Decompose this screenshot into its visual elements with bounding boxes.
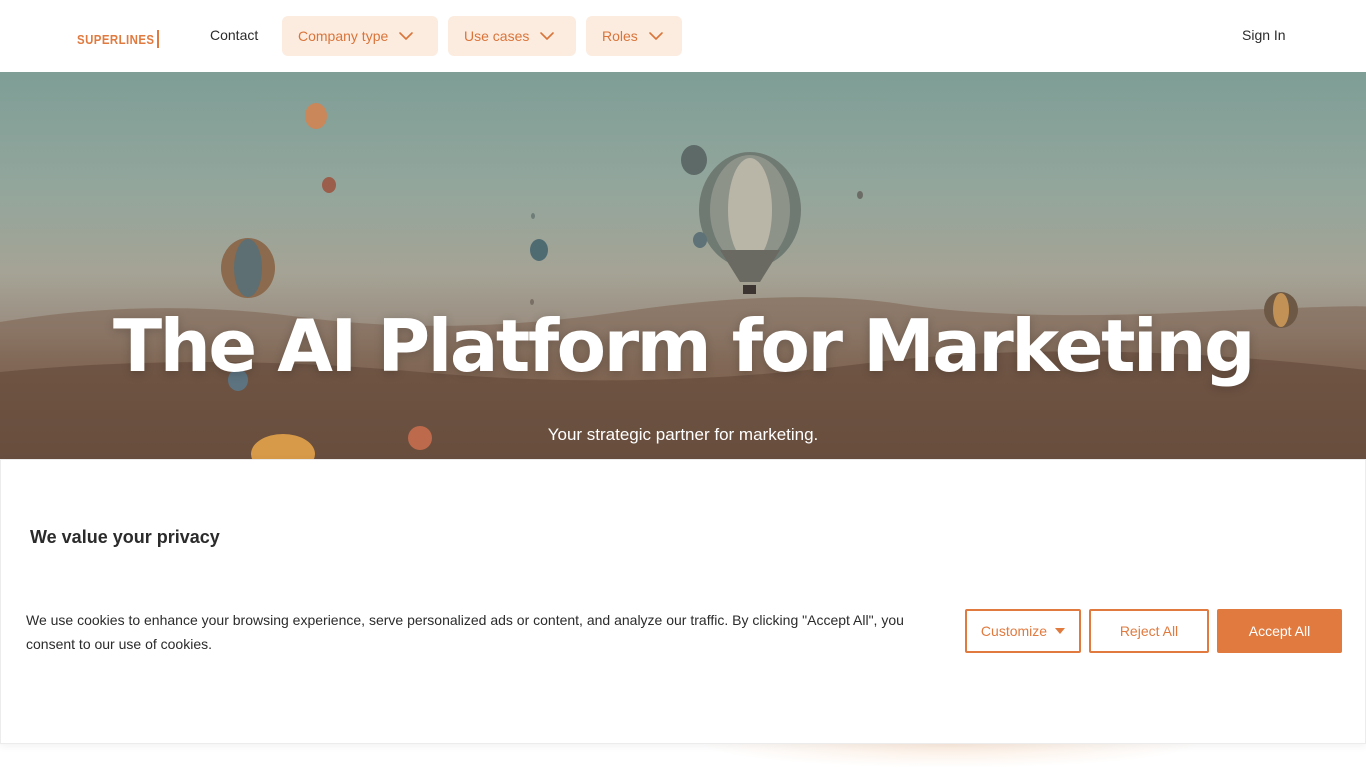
accept-all-button[interactable]: Accept All: [1217, 609, 1342, 653]
chevron-down-icon: [398, 28, 414, 44]
company-type-dropdown[interactable]: Company type: [282, 16, 438, 56]
superlines-logo[interactable]: SUPERLINES: [77, 30, 165, 48]
top-nav: SUPERLINES Contact Company type Use case…: [0, 0, 1366, 72]
logo-text: SUPERLINES: [77, 31, 155, 47]
page-background-glow: [700, 744, 1200, 768]
roles-label: Roles: [602, 28, 638, 44]
company-type-label: Company type: [298, 28, 389, 44]
cookie-banner-title: We value your privacy: [30, 527, 220, 547]
use-cases-dropdown[interactable]: Use cases: [448, 16, 576, 56]
hero-title: The AI Platform for Marketing: [113, 304, 1255, 388]
use-cases-label: Use cases: [464, 28, 530, 44]
nav-contact-link[interactable]: Contact: [210, 27, 258, 43]
reject-all-button[interactable]: Reject All: [1089, 609, 1209, 653]
cookie-consent-banner: We value your privacy We use cookies to …: [0, 459, 1366, 744]
chevron-down-icon: [539, 28, 555, 44]
customize-label: Customize: [980, 623, 1048, 639]
hero-subtitle: Your strategic partner for marketing.: [547, 425, 819, 444]
logo-divider: [157, 30, 159, 48]
hero-section: The AI Platform for Marketing Your strat…: [0, 72, 1366, 460]
chevron-down-icon: [648, 28, 664, 44]
sign-in-link[interactable]: Sign In: [1242, 27, 1286, 43]
hot-air-balloons-image: [0, 103, 1366, 460]
customize-button[interactable]: Customize: [965, 609, 1081, 653]
caret-down-icon: [1055, 628, 1066, 634]
cookie-banner-text: We use cookies to enhance your browsing …: [26, 612, 904, 652]
roles-dropdown[interactable]: Roles: [586, 16, 682, 56]
